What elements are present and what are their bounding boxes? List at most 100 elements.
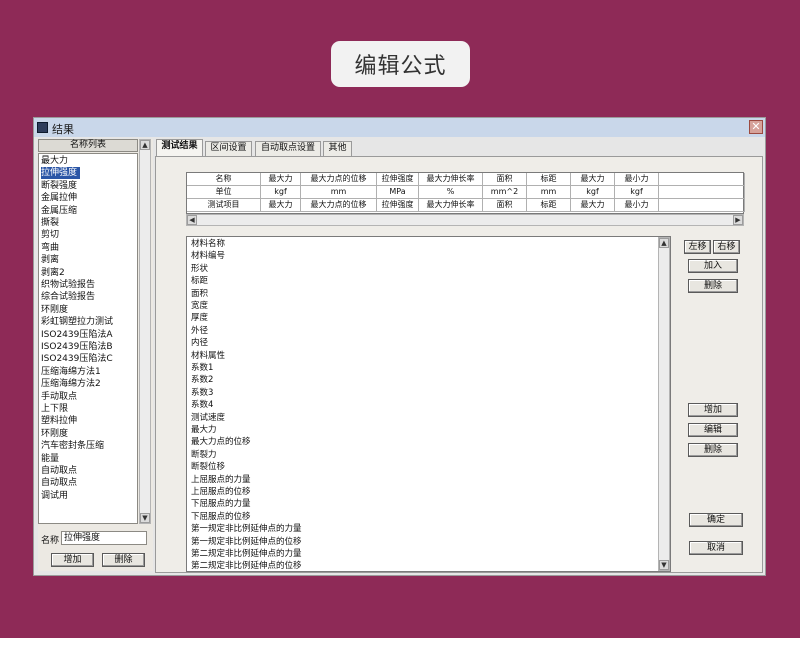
grid-cell[interactable]: 最大力 bbox=[261, 173, 301, 186]
list-item[interactable]: 金属拉伸 bbox=[41, 192, 80, 204]
list-item[interactable]: 宽度 bbox=[191, 300, 208, 312]
list-item[interactable]: 剥离2 bbox=[41, 267, 68, 279]
list-item[interactable]: 撕裂 bbox=[41, 217, 62, 229]
grid-cell[interactable]: % bbox=[419, 186, 483, 199]
scroll-left-icon[interactable]: ◀ bbox=[187, 215, 197, 225]
grid-cell[interactable]: mm bbox=[301, 186, 377, 199]
list-item[interactable]: 弯曲 bbox=[41, 242, 62, 254]
scroll-right-icon[interactable]: ▶ bbox=[733, 215, 743, 225]
grid-cell[interactable] bbox=[659, 199, 745, 212]
grid-cell[interactable]: 拉伸强度 bbox=[377, 173, 419, 186]
list-item[interactable]: 最大力 bbox=[41, 155, 71, 167]
list-item[interactable]: 上屈服点的力量 bbox=[191, 474, 251, 486]
list-item[interactable]: ISO2439压陷法B bbox=[41, 341, 116, 353]
grid-cell[interactable] bbox=[659, 186, 745, 199]
list-item[interactable]: 外径 bbox=[191, 325, 208, 337]
grid-cell[interactable] bbox=[659, 173, 745, 186]
grid-horizontal-scrollbar[interactable]: ◀ ▶ bbox=[186, 214, 744, 226]
grid-cell[interactable]: 测试项目 bbox=[187, 199, 261, 212]
list-item[interactable]: 最大力点的位移 bbox=[191, 436, 251, 448]
list-item[interactable]: 织物试验报告 bbox=[41, 279, 98, 291]
grid-cell[interactable]: 最大力 bbox=[571, 173, 615, 186]
list-item[interactable]: 彩虹钢塑拉力测试 bbox=[41, 316, 116, 328]
ok-button[interactable]: 确定 bbox=[689, 513, 743, 527]
move-right-button[interactable]: 右移 bbox=[713, 240, 740, 254]
list-item[interactable]: 下屈服点的位移 bbox=[191, 511, 251, 523]
delete-formula-button[interactable]: 删除 bbox=[688, 443, 738, 457]
title-bar[interactable]: 结果 ✕ bbox=[34, 118, 765, 137]
increase-button[interactable]: 增加 bbox=[688, 403, 738, 417]
list-item[interactable]: 第一规定非比例延伸点的位移 bbox=[191, 536, 302, 548]
field-list-scrollbar[interactable]: ▲ ▼ bbox=[658, 237, 670, 571]
field-list[interactable]: 材料名称 材料编号 形状 标距 面积 宽度 厚度 外径 内径 材料属性 系数1 系数2 系数3 系数4 测试… bbox=[186, 236, 671, 572]
list-item[interactable]: 压缩海绵方法1 bbox=[41, 366, 104, 378]
grid-cell[interactable]: 名称 bbox=[187, 173, 261, 186]
grid-cell[interactable]: 最大力 bbox=[261, 199, 301, 212]
grid-cell[interactable]: 拉伸强度 bbox=[377, 199, 419, 212]
grid-cell[interactable]: 标距 bbox=[527, 199, 571, 212]
tab-range-settings[interactable]: 区间设置 bbox=[205, 141, 252, 156]
list-item[interactable]: 标距 bbox=[191, 275, 208, 287]
grid-cell[interactable]: 最大力点的位移 bbox=[301, 199, 377, 212]
list-item[interactable]: 系数3 bbox=[191, 387, 213, 399]
list-item[interactable]: 综合试验报告 bbox=[41, 291, 98, 303]
list-item[interactable]: 环刚度 bbox=[41, 428, 71, 440]
list-item[interactable]: 自动取点 bbox=[41, 465, 80, 477]
list-item[interactable]: 汽车密封条压缩 bbox=[41, 440, 107, 452]
list-scrollbar[interactable]: ▲ ▼ bbox=[139, 139, 151, 524]
list-item[interactable]: 调试用 bbox=[41, 490, 71, 502]
list-item[interactable]: 厚度 bbox=[191, 312, 208, 324]
list-item[interactable]: ISO2439压陷法A bbox=[41, 329, 116, 341]
move-left-button[interactable]: 左移 bbox=[684, 240, 711, 254]
list-item[interactable]: 断裂位移 bbox=[191, 461, 225, 473]
list-item[interactable]: ISO2439压陷法C bbox=[41, 353, 116, 365]
tab-other[interactable]: 其他 bbox=[323, 141, 352, 156]
list-item[interactable]: 拉伸强度 bbox=[41, 167, 81, 180]
list-item[interactable]: 材料属性 bbox=[191, 350, 225, 362]
grid-cell[interactable]: 单位 bbox=[187, 186, 261, 199]
scroll-up-icon[interactable]: ▲ bbox=[140, 140, 150, 150]
list-item[interactable]: 上下限 bbox=[41, 403, 71, 415]
list-item[interactable]: 断裂强度 bbox=[41, 180, 80, 192]
grid-cell[interactable]: kgf bbox=[571, 186, 615, 199]
grid-cell[interactable]: MPa bbox=[377, 186, 419, 199]
name-list[interactable]: 最大力 拉伸强度 断裂强度 金属拉伸 金属压缩 撕裂 剪切 弯曲 剥离 剥离2 织物试验报告 综合试验… bbox=[38, 153, 138, 524]
list-item[interactable]: 第一规定非比例延伸点的力量 bbox=[191, 523, 302, 535]
list-item[interactable]: 第二规定非比例延伸点的力量 bbox=[191, 548, 302, 560]
list-item[interactable]: 金属压缩 bbox=[41, 205, 80, 217]
scroll-down-icon[interactable]: ▼ bbox=[140, 513, 150, 523]
list-item[interactable]: 第二规定非比例延伸点的位移 bbox=[191, 560, 302, 571]
add-button[interactable]: 增加 bbox=[51, 553, 94, 567]
result-grid[interactable]: 名称 最大力 最大力点的位移 拉伸强度 最大力伸长率 面积 标距 最大力 最小力 单位 kgf mm M… bbox=[186, 172, 745, 214]
list-item[interactable]: 系数4 bbox=[191, 399, 213, 411]
list-item[interactable]: 自动取点 bbox=[41, 477, 80, 489]
grid-cell[interactable]: 最大力点的位移 bbox=[301, 173, 377, 186]
name-input[interactable]: 拉伸强度 bbox=[61, 531, 147, 545]
list-item[interactable]: 系数1 bbox=[191, 362, 213, 374]
list-item[interactable]: 压缩海绵方法2 bbox=[41, 378, 104, 390]
grid-cell[interactable]: 标距 bbox=[527, 173, 571, 186]
close-icon[interactable]: ✕ bbox=[749, 120, 763, 134]
add-field-button[interactable]: 加入 bbox=[688, 259, 738, 273]
grid-cell[interactable]: 面积 bbox=[483, 173, 527, 186]
grid-cell[interactable]: 最大力伸长率 bbox=[419, 173, 483, 186]
list-item[interactable]: 形状 bbox=[191, 263, 208, 275]
scroll-down-icon[interactable]: ▼ bbox=[659, 560, 669, 570]
list-item[interactable]: 塑料拉伸 bbox=[41, 415, 80, 427]
edit-button[interactable]: 编辑 bbox=[688, 423, 738, 437]
list-item[interactable]: 剥离 bbox=[41, 254, 62, 266]
list-item[interactable]: 测试速度 bbox=[191, 412, 225, 424]
list-item[interactable]: 剪切 bbox=[41, 229, 62, 241]
list-item[interactable]: 材料编号 bbox=[191, 250, 225, 262]
list-item[interactable]: 下屈服点的力量 bbox=[191, 498, 251, 510]
scroll-up-icon[interactable]: ▲ bbox=[659, 238, 669, 248]
grid-cell[interactable]: kgf bbox=[615, 186, 659, 199]
list-item[interactable]: 能量 bbox=[41, 453, 62, 465]
list-item[interactable]: 上屈服点的位移 bbox=[191, 486, 251, 498]
list-item[interactable]: 材料名称 bbox=[191, 238, 225, 250]
grid-cell[interactable]: mm bbox=[527, 186, 571, 199]
tab-test-results[interactable]: 测试结果 bbox=[156, 139, 203, 157]
list-item[interactable]: 最大力 bbox=[191, 424, 217, 436]
tab-auto-point-settings[interactable]: 自动取点设置 bbox=[255, 141, 321, 156]
remove-field-button[interactable]: 删除 bbox=[688, 279, 738, 293]
